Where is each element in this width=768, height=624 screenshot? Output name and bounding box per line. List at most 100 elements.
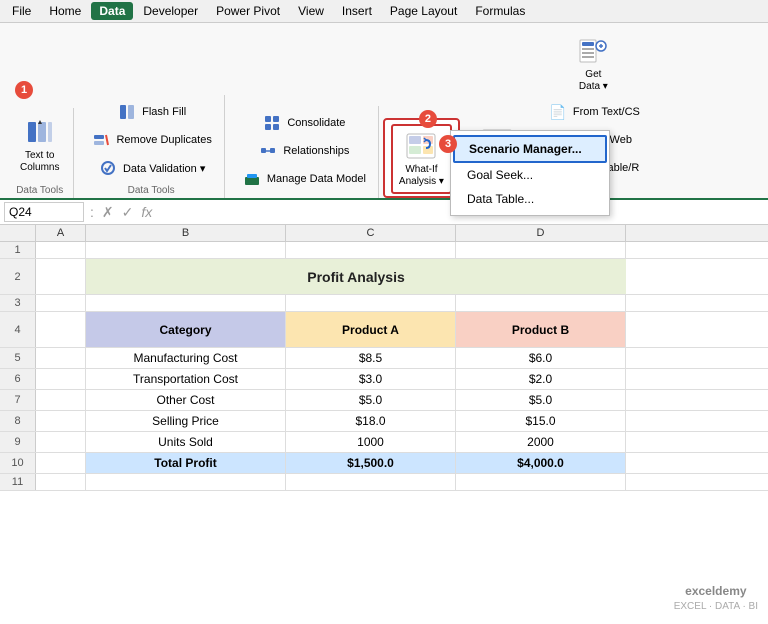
cell-3a[interactable]: [36, 295, 86, 311]
col-header-c: C: [286, 225, 456, 241]
table-row: 11: [0, 474, 768, 491]
flash-fill-button[interactable]: Flash Fill: [112, 99, 190, 125]
col-header-a: A: [36, 225, 86, 241]
row-num-header: [0, 225, 36, 241]
text-to-columns-button[interactable]: Text toColumns: [14, 112, 65, 178]
relationships-label: Relationships: [283, 145, 349, 157]
cell-1a[interactable]: [36, 242, 86, 258]
goal-seek-item[interactable]: Goal Seek...: [451, 163, 609, 187]
cell-5c[interactable]: $8.5: [286, 348, 456, 368]
cell-1c[interactable]: [286, 242, 456, 258]
cell-2b-title[interactable]: Profit Analysis: [86, 259, 626, 294]
get-data-icon: [577, 35, 609, 67]
manage-data-model-label: Manage Data Model: [267, 173, 366, 185]
menu-formulas[interactable]: Formulas: [467, 2, 533, 20]
table-row: 9 Units Sold 1000 2000: [0, 432, 768, 453]
cell-7a[interactable]: [36, 390, 86, 410]
consolidate-button[interactable]: Consolidate: [257, 110, 349, 136]
cell-4b-header[interactable]: Category: [86, 312, 286, 347]
flash-fill-icon: [116, 101, 138, 123]
data-table-item[interactable]: Data Table...: [451, 187, 609, 211]
cell-2a[interactable]: [36, 259, 86, 294]
menu-insert[interactable]: Insert: [334, 2, 380, 20]
cell-11a[interactable]: [36, 474, 86, 490]
table-row: 10 Total Profit $1,500.0 $4,000.0: [0, 453, 768, 474]
menu-file[interactable]: File: [4, 2, 39, 20]
cell-10c[interactable]: $1,500.0: [286, 453, 456, 473]
menu-bar: File Home Data Developer Power Pivot Vie…: [0, 0, 768, 23]
data-validation-button[interactable]: Data Validation ▾: [93, 155, 209, 181]
row-num-4: 4: [0, 312, 36, 347]
badge-2: 2: [419, 110, 437, 128]
cell-10a[interactable]: [36, 453, 86, 473]
manage-data-model-button[interactable]: Manage Data Model: [237, 166, 370, 192]
cell-4c-header[interactable]: Product A: [286, 312, 456, 347]
cell-8b[interactable]: Selling Price: [86, 411, 286, 431]
cell-9d[interactable]: 2000: [456, 432, 626, 452]
col-headers: A B C D: [0, 225, 768, 242]
what-if-dropdown: 3 Scenario Manager... Goal Seek... Data …: [450, 130, 610, 216]
remove-duplicates-button[interactable]: Remove Duplicates: [86, 127, 215, 153]
formula-bar-fx: fx: [139, 204, 154, 220]
cell-4d-header[interactable]: Product B: [456, 312, 626, 347]
formula-bar-x: ✗: [100, 204, 116, 221]
ribbon-group-consolidate: Consolidate Relationships Manage Data Mo…: [229, 106, 379, 198]
formula-bar-colon: :: [88, 204, 96, 220]
cell-1b[interactable]: [86, 242, 286, 258]
menu-power-pivot[interactable]: Power Pivot: [208, 2, 288, 20]
cell-6b[interactable]: Transportation Cost: [86, 369, 286, 389]
table-row: 2 Profit Analysis: [0, 259, 768, 295]
cell-11b[interactable]: [86, 474, 286, 490]
relationships-button[interactable]: Relationships: [253, 138, 353, 164]
row-num-1: 1: [0, 242, 36, 258]
cell-5a[interactable]: [36, 348, 86, 368]
col-header-b: B: [86, 225, 286, 241]
cell-8c[interactable]: $18.0: [286, 411, 456, 431]
cell-11c[interactable]: [286, 474, 456, 490]
data-tools-label2: Data Tools: [128, 183, 175, 196]
remove-duplicates-label: Remove Duplicates: [116, 134, 211, 146]
col-header-d: D: [456, 225, 626, 241]
cell-9c[interactable]: 1000: [286, 432, 456, 452]
get-data-row: GetData ▾: [571, 31, 615, 97]
name-box[interactable]: [4, 202, 84, 222]
cell-6c[interactable]: $3.0: [286, 369, 456, 389]
menu-page-layout[interactable]: Page Layout: [382, 2, 465, 20]
cell-1d[interactable]: [456, 242, 626, 258]
cell-5b[interactable]: Manufacturing Cost: [86, 348, 286, 368]
cell-6a[interactable]: [36, 369, 86, 389]
cell-7d[interactable]: $5.0: [456, 390, 626, 410]
from-text-button[interactable]: 📄 From Text/CS: [543, 99, 644, 125]
menu-view[interactable]: View: [290, 2, 332, 20]
cell-8a[interactable]: [36, 411, 86, 431]
cell-6d[interactable]: $2.0: [456, 369, 626, 389]
cell-5d[interactable]: $6.0: [456, 348, 626, 368]
cell-4a[interactable]: [36, 312, 86, 347]
ribbon-group-text-to-columns: Text toColumns Data Tools: [6, 108, 74, 198]
table-row: 7 Other Cost $5.0 $5.0: [0, 390, 768, 411]
cell-3b[interactable]: [86, 295, 286, 311]
menu-developer[interactable]: Developer: [135, 2, 206, 20]
cell-8d[interactable]: $15.0: [456, 411, 626, 431]
menu-home[interactable]: Home: [41, 2, 89, 20]
menu-data[interactable]: Data: [91, 2, 133, 20]
data-validation-icon: [97, 157, 119, 179]
row-num-2: 2: [0, 259, 36, 294]
cell-9a[interactable]: [36, 432, 86, 452]
what-if-analysis-button[interactable]: What-IfAnalysis ▾: [391, 124, 452, 194]
cell-3c[interactable]: [286, 295, 456, 311]
cell-11d[interactable]: [456, 474, 626, 490]
scenario-manager-item[interactable]: Scenario Manager...: [453, 135, 607, 163]
relationships-icon: [257, 140, 279, 162]
cell-10d[interactable]: $4,000.0: [456, 453, 626, 473]
cell-9b[interactable]: Units Sold: [86, 432, 286, 452]
cell-7b[interactable]: Other Cost: [86, 390, 286, 410]
cell-10b[interactable]: Total Profit: [86, 453, 286, 473]
row-num-7: 7: [0, 390, 36, 410]
badge-3: 3: [439, 135, 457, 153]
table-row: 5 Manufacturing Cost $8.5 $6.0: [0, 348, 768, 369]
get-data-button[interactable]: GetData ▾: [571, 31, 615, 97]
manage-data-model-icon: [241, 168, 263, 190]
cell-3d[interactable]: [456, 295, 626, 311]
cell-7c[interactable]: $5.0: [286, 390, 456, 410]
